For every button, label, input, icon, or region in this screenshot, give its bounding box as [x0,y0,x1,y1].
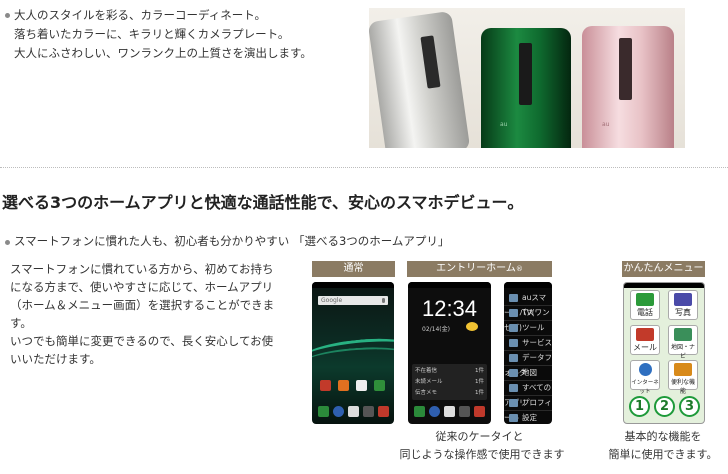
entry-menu-list: auスマートパス TV(ワンセグ) ツール サービス データフォルダ 地図 すべ… [504,290,552,424]
app-icon[interactable] [356,380,367,391]
section-bullet-text: スマートフォンに慣れた人も、初心者も分かりやすい 「選べる3つのホームアプリ」 [14,234,450,248]
notification-widget[interactable]: 不在着信 1件 未読メール 1件 伝言メモ 1件 [412,364,487,400]
menu-item[interactable]: データフォルダ [504,350,552,377]
body-line-5: いつでも簡単に変更できるので、長く安心してお使 [10,334,274,348]
app-icon[interactable] [374,380,385,391]
bullet-dot [5,13,10,18]
entry-home-label: エントリーホーム® [407,261,552,277]
globe-icon [638,363,652,376]
easy-caption-2: 簡単に使用できます。 [608,448,718,461]
menu-item[interactable]: サービス [504,335,552,351]
tools-tile[interactable]: 便利な機能 [668,360,698,395]
entry-caption-1: 従来のケータイと [435,430,524,443]
tools-icon [674,363,692,376]
pink-brand-mark: au [602,121,610,128]
easy-statusbar [624,283,704,288]
phone-color-photo: au au [369,8,685,148]
top-line-1: 大人のスタイルを彩る、カラーコーディネート。 [14,8,266,22]
normal-statusbar [312,282,394,288]
easy-menu-label: かんたんメニュー [622,261,705,277]
pink-camera-plate [619,38,632,100]
phone-icon[interactable] [414,406,425,417]
apps-grid-icon[interactable] [348,406,359,417]
internet-tile[interactable]: インターネット [630,360,660,395]
entry-menu-statusbar [504,282,552,288]
browser-icon[interactable] [429,406,440,417]
browser-icon[interactable] [333,406,344,417]
body-line-3: （ホーム＆メニュー画面）を選択することができま [10,298,275,312]
silver-phone [369,10,471,148]
section-heading: 選べる3つのホームアプリと快適な通話性能で、安心のスマホデビュー。 [2,193,524,212]
app-icon[interactable] [338,380,349,391]
menu-item[interactable]: 設定 [504,410,552,424]
menu-item[interactable]: auスマートパス [504,290,552,317]
entry-statusbar [408,282,491,288]
google-search-text: Google [321,297,343,304]
camera-icon[interactable] [363,406,374,417]
registered-mark: ® [515,265,523,273]
top-line-3: 大人にふさわしい、ワンランク上の上質さを演出します。 [14,46,312,60]
camera-icon[interactable] [459,406,470,417]
photo-tile[interactable]: 写真 [668,290,698,320]
mail-icon[interactable] [474,406,485,417]
google-search-bar[interactable]: Google [318,296,388,305]
phone-icon[interactable] [318,406,329,417]
number-key[interactable]: 3 [679,396,700,417]
entry-clock: 12:34 [421,296,478,321]
camera-icon [674,293,692,306]
phone-tile[interactable]: 電話 [630,290,660,320]
entry-menu-screen: auスマートパス TV(ワンセグ) ツール サービス データフォルダ 地図 すべ… [504,282,552,424]
bullet-dot [5,240,10,245]
entry-home-label-text: エントリーホーム [436,263,516,274]
easy-menu-screen: 電話 写真 メール 地図・ナビ インターネット 便利な機能 1 2 3 [623,282,705,424]
widget-row[interactable]: 未読メール 1件 [415,377,484,385]
normal-home-label: 通常 [312,261,395,277]
green-camera-plate [519,43,532,105]
phone-icon [636,293,654,306]
entry-caption-2: 同じような操作感で使用できます [399,448,565,461]
body-line-2: になる方まで、使いやすさに応じて、ホームアプリ [10,280,274,294]
easy-caption-1: 基本的な機能を [624,430,702,443]
entry-home-screen: 12:34 02/14(金) 不在着信 1件 未読メール 1件 伝言メモ 1件 [408,282,491,424]
mail-icon [636,328,654,341]
top-line-2: 落ち着いたカラーに、キラリと輝くカメラプレート。 [14,27,290,41]
menu-item[interactable]: 地図 [504,365,552,381]
mail-tile[interactable]: メール [630,325,660,355]
section-divider [0,167,728,168]
number-key[interactable]: 1 [629,396,650,417]
entry-date: 02/14(金) [422,326,450,333]
widget-row[interactable]: 不在着信 1件 [415,366,484,374]
body-line-1: スマートフォンに慣れている方から、初めてお持ち [10,262,274,276]
menu-item[interactable]: ツール [504,320,552,336]
mail-icon[interactable] [378,406,389,417]
weather-icon [466,322,478,331]
menu-item[interactable]: TV(ワンセグ) [504,305,552,332]
menu-item[interactable]: すべてのアプリ [504,380,552,407]
body-line-4: す。 [10,316,32,330]
mic-icon [382,298,385,303]
body-line-6: いいただけます。 [10,352,101,366]
menu-item[interactable]: プロフィール [504,395,552,422]
map-icon [674,328,692,341]
widget-row[interactable]: 伝言メモ 1件 [415,388,484,396]
apps-grid-icon[interactable] [444,406,455,417]
green-brand-mark: au [500,121,508,128]
normal-home-screen: Google [312,282,394,424]
number-key[interactable]: 2 [654,396,675,417]
map-tile[interactable]: 地図・ナビ [668,325,698,360]
app-icon[interactable] [320,380,331,391]
